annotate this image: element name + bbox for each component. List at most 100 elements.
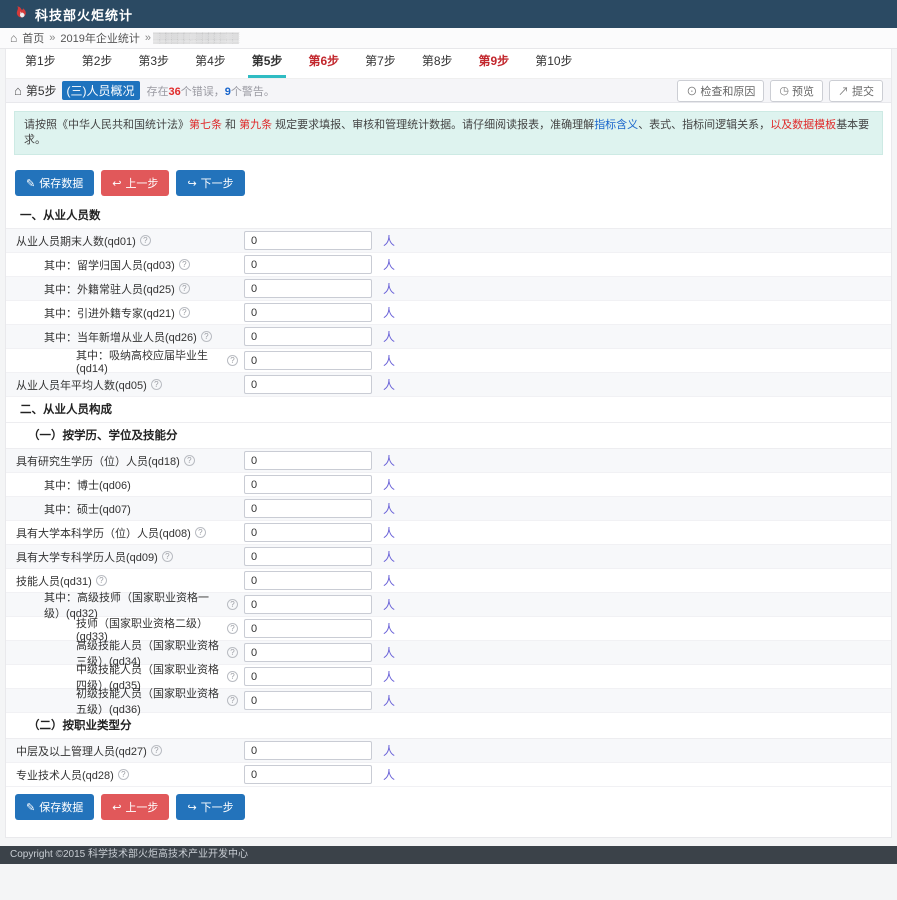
field-input-qd05[interactable] — [244, 375, 372, 394]
unit-label: 人 — [383, 256, 395, 273]
field-input-qd01[interactable] — [244, 231, 372, 250]
field-input-qd06[interactable] — [244, 475, 372, 494]
field-input-qd35[interactable] — [244, 667, 372, 686]
field-input-qd09[interactable] — [244, 547, 372, 566]
field-input-qd14[interactable] — [244, 351, 372, 370]
step-tab-10[interactable]: 第10步 — [531, 45, 576, 78]
unit-label: 人 — [383, 692, 395, 709]
notice-text: 第七条 — [189, 119, 222, 131]
form-row-qd09: 具有大学专科学历人员(qd09)?人 — [6, 545, 891, 569]
next-icon: ↪ — [187, 801, 196, 814]
field-input-wrap — [244, 619, 372, 639]
section-badge: (三)人员概况 — [62, 81, 140, 100]
field-label-text: 专业技术人员(qd28) — [16, 767, 114, 783]
step-tab-1[interactable]: 第1步 — [21, 45, 60, 78]
step-tabs: 第1步第2步第3步第4步第5步第6步第7步第8步第9步第10步 — [6, 49, 891, 79]
field-input-qd33[interactable] — [244, 619, 372, 638]
help-icon[interactable]: ? — [118, 769, 129, 780]
help-icon[interactable]: ? — [179, 307, 190, 318]
unit-label: 人 — [383, 280, 395, 297]
field-input-qd18[interactable] — [244, 451, 372, 470]
help-icon[interactable]: ? — [140, 235, 151, 246]
breadcrumb-home-link[interactable]: 首页 — [22, 30, 44, 46]
field-label-text: 中层及以上管理人员(qd27) — [16, 743, 147, 759]
help-icon[interactable]: ? — [227, 355, 238, 366]
field-label-text: 技能人员(qd31) — [16, 573, 92, 589]
save-data-button[interactable]: ✎保存数据 — [15, 170, 94, 196]
help-icon[interactable]: ? — [227, 623, 238, 634]
field-input-qd25[interactable] — [244, 279, 372, 298]
field-label-text: 其中：博士(qd06) — [44, 477, 131, 493]
help-icon[interactable]: ? — [227, 599, 238, 610]
field-input-qd27[interactable] — [244, 741, 372, 760]
step-tab-6[interactable]: 第6步 — [304, 45, 343, 78]
help-icon[interactable]: ? — [179, 259, 190, 270]
breadcrumb-redacted-company: ▒▒▒▒▒▒▒▒▒▒▒▒▒▒ — [153, 33, 238, 44]
field-input-wrap — [244, 303, 372, 323]
header-action-label: 预览 — [792, 83, 814, 99]
unit-label: 人 — [383, 572, 395, 589]
breadcrumb-section-link[interactable]: 2019年企业统计 — [60, 30, 139, 46]
field-input-qd36[interactable] — [244, 691, 372, 710]
copyright-text: Copyright ©2015 科学技术部火炬高技术产业开发中心 — [10, 849, 248, 860]
footer: Copyright ©2015 科学技术部火炬高技术产业开发中心 — [0, 846, 897, 864]
help-icon[interactable]: ? — [151, 745, 162, 756]
field-label-text: 其中：外籍常驻人员(qd25) — [44, 281, 175, 297]
field-input-wrap — [244, 475, 372, 495]
field-input-qd07[interactable] — [244, 499, 372, 518]
help-icon[interactable]: ? — [227, 647, 238, 658]
field-input-qd26[interactable] — [244, 327, 372, 346]
step-tab-3[interactable]: 第3步 — [134, 45, 173, 78]
torch-logo-icon — [10, 5, 28, 23]
step-tab-9[interactable]: 第9步 — [475, 45, 514, 78]
save-data-button[interactable]: ✎保存数据 — [15, 794, 94, 820]
field-input-wrap — [244, 595, 372, 615]
unit-label: 人 — [383, 596, 395, 613]
help-icon[interactable]: ? — [151, 379, 162, 390]
notice-text: 、表式、指标间逻辑关系， — [638, 119, 770, 131]
step-tab-8[interactable]: 第8步 — [418, 45, 457, 78]
header-actions: ⊙检查和原因 ◷预览 ↗提交 — [677, 80, 883, 102]
unit-label: 人 — [383, 742, 395, 759]
previous-step-button[interactable]: ↩上一步 — [101, 170, 169, 196]
field-input-qd34[interactable] — [244, 643, 372, 662]
form-row-qd25: 其中：外籍常驻人员(qd25)? 人 — [6, 277, 891, 301]
next-step-button[interactable]: ↪下一步 — [176, 170, 244, 196]
help-icon[interactable]: ? — [184, 455, 195, 466]
home-icon: ⌂ — [14, 83, 22, 98]
step-tab-4[interactable]: 第4步 — [191, 45, 230, 78]
field-input-qd32[interactable] — [244, 595, 372, 614]
field-input-qd31[interactable] — [244, 571, 372, 590]
step-tab-5[interactable]: 第5步 — [248, 45, 287, 78]
field-input-wrap — [244, 499, 372, 519]
button-label: 保存数据 — [39, 799, 83, 815]
header-action-preview-button[interactable]: ◷预览 — [770, 80, 823, 102]
field-input-qd03[interactable] — [244, 255, 372, 274]
field-input-qd21[interactable] — [244, 303, 372, 322]
next-step-button[interactable]: ↪下一步 — [176, 794, 244, 820]
help-icon[interactable]: ? — [179, 283, 190, 294]
field-input-wrap — [244, 523, 372, 543]
field-label-qd08: 具有大学本科学历（位）人员(qd08)? — [6, 525, 238, 541]
field-label-qd26: 其中：当年新增从业人员(qd26)? — [6, 329, 238, 345]
field-input-qd08[interactable] — [244, 523, 372, 542]
help-icon[interactable]: ? — [201, 331, 212, 342]
help-icon[interactable]: ? — [195, 527, 206, 538]
help-icon[interactable]: ? — [227, 671, 238, 682]
field-label-qd21: 其中：引进外籍专家(qd21)? — [6, 305, 238, 321]
header-action-check-button[interactable]: ⊙检查和原因 — [677, 80, 764, 102]
form-row-qd21: 其中：引进外籍专家(qd21)?人 — [6, 301, 891, 325]
previous-step-button[interactable]: ↩上一步 — [101, 794, 169, 820]
help-icon[interactable]: ? — [227, 695, 238, 706]
step-tab-2[interactable]: 第2步 — [78, 45, 117, 78]
field-input-qd28[interactable] — [244, 765, 372, 784]
help-icon[interactable]: ? — [162, 551, 173, 562]
unit-label: 人 — [383, 328, 395, 345]
header-action-submit-button[interactable]: ↗提交 — [829, 80, 883, 102]
help-icon[interactable]: ? — [96, 575, 107, 586]
step-tab-7[interactable]: 第7步 — [361, 45, 400, 78]
field-label-qd09: 具有大学专科学历人员(qd09)? — [6, 549, 238, 565]
field-label-qd03: 其中：留学归国人员(qd03)? — [6, 257, 238, 273]
notice-link[interactable]: 指标含义 — [594, 119, 638, 131]
field-label-qd05: 从业人员年平均人数(qd05)? — [6, 377, 238, 393]
